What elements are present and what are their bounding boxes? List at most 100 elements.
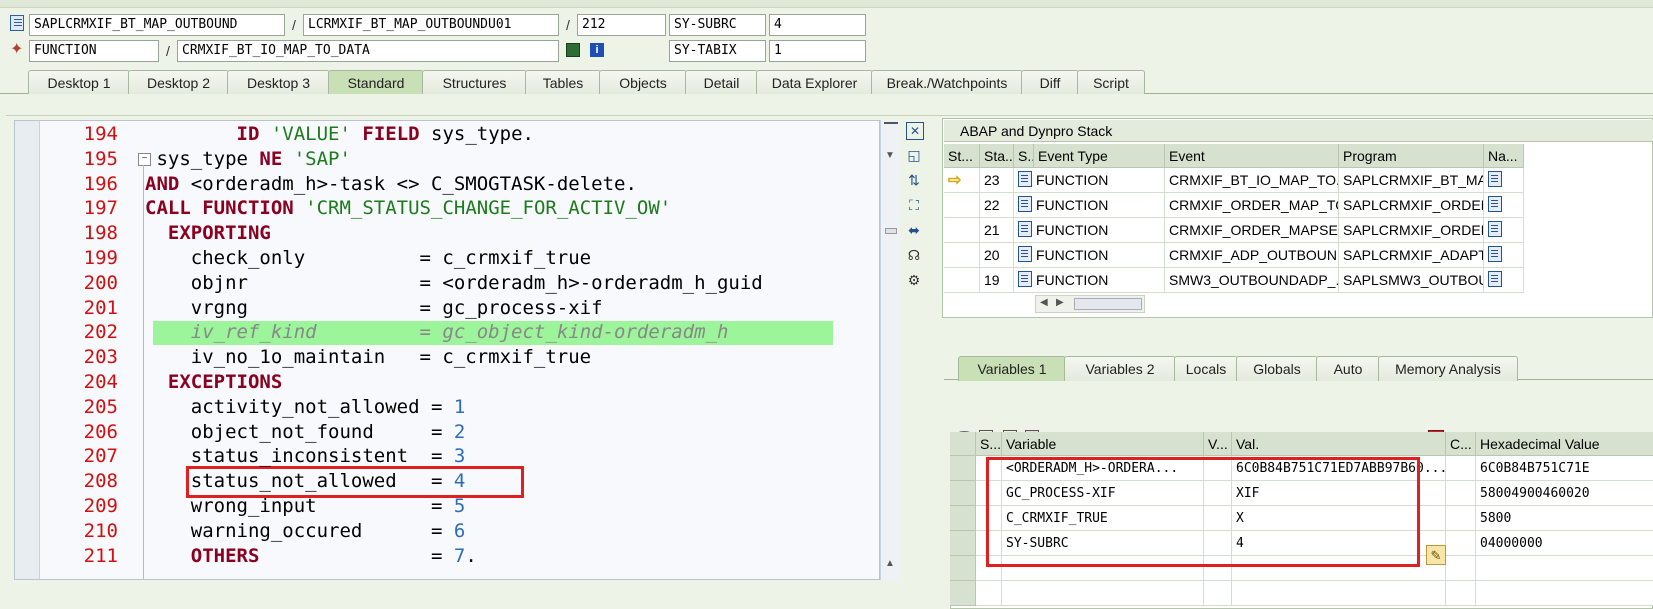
scroll-top-icon[interactable] bbox=[884, 122, 898, 128]
tab-locals[interactable]: Locals bbox=[1174, 356, 1238, 381]
code-line[interactable]: EXPORTING bbox=[145, 222, 271, 244]
variables-column-header[interactable]: Val. bbox=[1232, 432, 1446, 456]
stack-status-cell[interactable] bbox=[944, 193, 980, 218]
code-line[interactable]: check_only = c_crmxif_true bbox=[145, 247, 591, 269]
variable-view-cell[interactable] bbox=[1204, 581, 1232, 606]
stack-navigate-icon[interactable] bbox=[1484, 268, 1524, 293]
tab-detail[interactable]: Detail bbox=[685, 70, 758, 95]
stack-level[interactable]: 20 bbox=[980, 243, 1014, 268]
variable-change-cell[interactable] bbox=[1446, 506, 1476, 531]
stack-event[interactable]: CRMXIF_ORDER_MAPSEN... bbox=[1165, 218, 1339, 243]
stack-column-header[interactable]: Na... bbox=[1484, 144, 1524, 168]
variable-change-cell[interactable] bbox=[1446, 556, 1476, 581]
variable-hex-value[interactable]: 5800 bbox=[1476, 506, 1653, 531]
tab-objects[interactable]: Objects bbox=[599, 70, 687, 95]
variable-change-cell[interactable] bbox=[1446, 531, 1476, 556]
stack-level[interactable]: 23 bbox=[980, 168, 1014, 193]
variable-hex-value[interactable] bbox=[1476, 556, 1653, 581]
source-icon[interactable] bbox=[1488, 221, 1502, 237]
stack-event[interactable]: CRMXIF_ORDER_MAP_TO bbox=[1165, 193, 1339, 218]
tab-desktop-3[interactable]: Desktop 3 bbox=[227, 70, 330, 95]
stack-navigate-icon[interactable] bbox=[1484, 168, 1524, 193]
stack-navigate-icon[interactable] bbox=[1484, 193, 1524, 218]
variable-hex-value[interactable]: 6C0B84B751C71E bbox=[1476, 456, 1653, 481]
scroll-up-icon[interactable]: ▲ bbox=[885, 558, 895, 569]
code-line[interactable]: warning_occured = 6 bbox=[145, 520, 466, 542]
stack-level[interactable]: 21 bbox=[980, 218, 1014, 243]
row-selector[interactable] bbox=[950, 581, 976, 606]
code-line[interactable]: CALL FUNCTION 'CRM_STATUS_CHANGE_FOR_ACT… bbox=[145, 197, 671, 219]
variable-change-cell[interactable] bbox=[1446, 481, 1476, 506]
stack-column-header[interactable]: Event bbox=[1165, 144, 1339, 168]
variables-column-header[interactable]: S... bbox=[976, 432, 1002, 456]
source-editor[interactable]: 194 ID 'VALUE' FIELD sys_type. 195 sys_ty… bbox=[14, 120, 880, 580]
tab-breakpoints[interactable]: Break./Watchpoints bbox=[871, 70, 1023, 95]
tab-variables-1[interactable]: Variables 1 bbox=[958, 356, 1066, 381]
code-line[interactable]: object_not_found = 2 bbox=[145, 421, 466, 443]
row-selector[interactable] bbox=[950, 506, 976, 531]
stack-event-type[interactable]: FUNCTION bbox=[1018, 218, 1165, 243]
scroll-thumb[interactable] bbox=[885, 228, 897, 234]
stack-event-type[interactable]: FUNCTION bbox=[1018, 268, 1165, 293]
info-icon[interactable]: i bbox=[590, 43, 604, 57]
source-icon[interactable] bbox=[1488, 171, 1502, 187]
line-field[interactable]: 212 bbox=[577, 14, 666, 36]
stack-level[interactable]: 19 bbox=[980, 268, 1014, 293]
code-line[interactable]: status_not_allowed = 4 bbox=[145, 470, 466, 492]
stack-navigate-icon[interactable] bbox=[1484, 243, 1524, 268]
stack-event[interactable]: CRMXIF_ADP_OUTBOUND bbox=[1165, 243, 1339, 268]
stack-status-cell[interactable] bbox=[944, 268, 980, 293]
code-line[interactable]: vrgng = gc_process-xif bbox=[145, 297, 603, 319]
variable-name[interactable] bbox=[1002, 581, 1204, 606]
tab-script[interactable]: Script bbox=[1077, 70, 1145, 95]
headset-icon[interactable]: ☊ bbox=[906, 247, 922, 263]
tab-data-explorer[interactable]: Data Explorer bbox=[756, 70, 873, 95]
code-line[interactable]: ID 'VALUE' FIELD sys_type. bbox=[145, 123, 534, 145]
sy-tabix-value[interactable]: 1 bbox=[769, 40, 866, 62]
code-line[interactable]: AND <orderadm_h>-task <> C_SMOGTASK-dele… bbox=[145, 173, 637, 195]
stack-status-cell[interactable] bbox=[944, 218, 980, 243]
stack-level[interactable]: 22 bbox=[980, 193, 1014, 218]
variable-change-cell[interactable] bbox=[1446, 581, 1476, 606]
code-line[interactable]: EXCEPTIONS bbox=[145, 371, 282, 393]
stack-hscroll[interactable]: ◀ ▶ bbox=[1035, 295, 1145, 313]
code-line[interactable]: OTHERS = 7. bbox=[145, 545, 477, 567]
stack-navigate-icon[interactable] bbox=[1484, 218, 1524, 243]
variables-column-header[interactable]: Hexadecimal Value bbox=[1476, 432, 1653, 456]
variables-column-header[interactable]: Variable bbox=[1002, 432, 1204, 456]
code-line[interactable]: activity_not_allowed = 1 bbox=[145, 396, 466, 418]
code-line[interactable]: iv_no_1o_maintain = c_crmxif_true bbox=[145, 346, 591, 368]
hscroll-thumb[interactable] bbox=[1074, 298, 1142, 310]
stack-program[interactable]: SAPLCRMXIF_ORDER_GEN bbox=[1339, 218, 1484, 243]
resize-icon[interactable]: ⬌ bbox=[906, 222, 922, 238]
source-icon[interactable] bbox=[1488, 196, 1502, 212]
source-icon[interactable] bbox=[1488, 271, 1502, 287]
editor-scrollbar[interactable]: ▼ ▲ bbox=[880, 120, 900, 580]
row-selector[interactable] bbox=[950, 481, 976, 506]
close-icon[interactable]: ✕ bbox=[906, 122, 924, 140]
stack-column-header[interactable]: St... bbox=[944, 144, 980, 168]
stack-column-header[interactable]: S.. bbox=[1014, 144, 1034, 168]
settings-icon[interactable]: ⚙ bbox=[906, 272, 922, 288]
variable-hex-value[interactable] bbox=[1476, 581, 1653, 606]
variables-column-header[interactable]: V... bbox=[1204, 432, 1232, 456]
calendar-icon[interactable] bbox=[566, 43, 580, 57]
variable-hex-value[interactable]: 04000000 bbox=[1476, 531, 1653, 556]
stack-program[interactable]: SAPLCRMXIF_BT_MAP_O... bbox=[1339, 168, 1484, 193]
edit-pencil-icon[interactable]: ✎ bbox=[1426, 545, 1446, 565]
tab-desktop-1[interactable]: Desktop 1 bbox=[28, 70, 130, 95]
code-line[interactable]: wrong_input = 5 bbox=[145, 495, 466, 517]
source-icon[interactable] bbox=[1488, 246, 1502, 262]
variable-value[interactable] bbox=[1232, 581, 1446, 606]
stack-program[interactable]: SAPLCRMXIF_ORDER_GEN bbox=[1339, 193, 1484, 218]
code-line[interactable]: objnr = <orderadm_h>-orderadm_h_guid bbox=[145, 272, 763, 294]
stack-status-cell[interactable] bbox=[944, 243, 980, 268]
stack-event-type[interactable]: FUNCTION bbox=[1018, 193, 1165, 218]
stack-column-header[interactable]: Event Type bbox=[1034, 144, 1165, 168]
variable-hex-value[interactable]: 58004900460020 bbox=[1476, 481, 1653, 506]
stack-event[interactable]: CRMXIF_BT_IO_MAP_TO... bbox=[1165, 168, 1339, 193]
tab-desktop-2[interactable]: Desktop 2 bbox=[128, 70, 229, 95]
tab-memory-analysis[interactable]: Memory Analysis bbox=[1378, 356, 1518, 381]
scroll-right-icon[interactable]: ▶ bbox=[1056, 297, 1064, 308]
scroll-down-icon[interactable]: ▼ bbox=[885, 150, 895, 161]
